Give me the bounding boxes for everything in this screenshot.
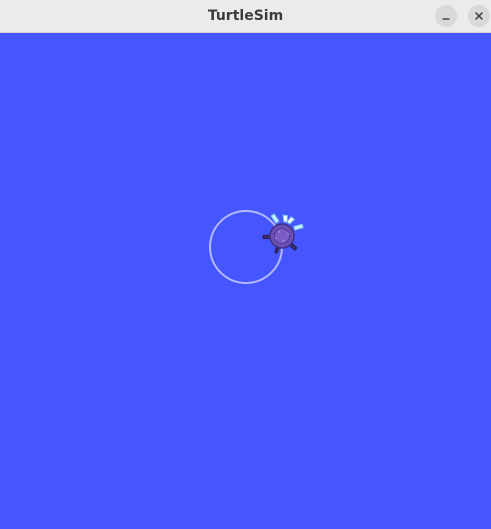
pen-trail-circle [209,210,283,284]
window-title: TurtleSim [207,8,284,24]
close-icon [474,11,484,21]
title-bar[interactable]: TurtleSim [0,0,491,33]
close-button[interactable] [468,5,490,27]
minimize-icon [442,18,450,20]
turtle-canvas [0,33,491,529]
turtlesim-window: TurtleSim [0,0,491,529]
minimize-button[interactable] [435,5,457,27]
canvas-drawing [209,210,304,284]
